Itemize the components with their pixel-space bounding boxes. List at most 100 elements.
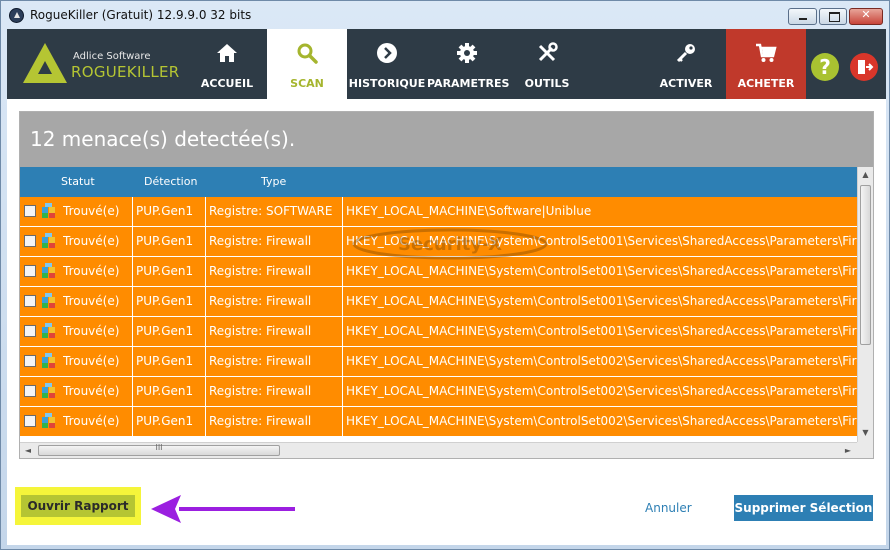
- registry-icon: [42, 203, 55, 218]
- row-checkbox[interactable]: [24, 235, 36, 247]
- tools-icon: [538, 42, 558, 62]
- horizontal-scroll-thumb[interactable]: III: [38, 443, 280, 456]
- table-row[interactable]: Trouvé(e) PUP.Gen1 Registre: Firewall HKEY_…: [20, 377, 857, 407]
- exit-icon: [858, 60, 874, 74]
- main-area: Adlice Software ROGUEKILLER ACCUEIL SCAN…: [7, 29, 886, 545]
- delete-selection-button[interactable]: Supprimer Sélection: [734, 495, 873, 521]
- row-status: Trouvé(e): [63, 234, 120, 248]
- row-path: HKEY_LOCAL_MACHINE\System\ControlSet002\…: [346, 384, 857, 398]
- close-button[interactable]: ✕: [849, 8, 883, 25]
- app-window: RogueKiller (Gratuit) 12.9.9.0 32 bits ✕…: [0, 0, 890, 550]
- svg-text:Security-X: Security-X: [398, 234, 502, 255]
- scroll-grip: III: [155, 443, 163, 452]
- row-checkbox[interactable]: [24, 415, 36, 427]
- exit-button[interactable]: [850, 53, 878, 81]
- registry-icon: [42, 233, 55, 248]
- row-detection: PUP.Gen1: [136, 414, 194, 428]
- row-type: Registre: Firewall: [209, 324, 312, 338]
- row-type: Registre: Firewall: [209, 384, 312, 398]
- vertical-scrollbar[interactable]: ▲ ▼: [857, 167, 873, 442]
- open-report-button[interactable]: Ouvrir Rapport: [21, 495, 135, 517]
- registry-icon: [42, 293, 55, 308]
- search-icon: [297, 43, 318, 64]
- nav-activer[interactable]: ACTIVER: [646, 29, 726, 99]
- open-report-highlight: Ouvrir Rapport: [15, 487, 141, 525]
- nav-accueil[interactable]: ACCUEIL: [187, 29, 267, 99]
- app-logo-icon: [9, 8, 24, 23]
- brand-product: ROGUEKILLER: [71, 63, 180, 81]
- minimize-button[interactable]: [788, 8, 817, 25]
- row-status: Trouvé(e): [63, 264, 120, 278]
- row-detection: PUP.Gen1: [136, 204, 194, 218]
- column-header-status[interactable]: Statut: [61, 175, 95, 188]
- row-detection: PUP.Gen1: [136, 234, 194, 248]
- registry-icon: [42, 323, 55, 338]
- annotation-arrow-icon: [151, 495, 295, 523]
- row-type: Registre: SOFTWARE: [209, 204, 333, 218]
- row-type: Registre: Firewall: [209, 264, 312, 278]
- registry-icon: [42, 383, 55, 398]
- vertical-scroll-thumb[interactable]: [860, 185, 871, 345]
- row-checkbox[interactable]: [24, 265, 36, 277]
- row-path: HKEY_LOCAL_MACHINE\System\ControlSet001\…: [346, 294, 857, 308]
- nav-outils[interactable]: OUTILS: [507, 29, 587, 99]
- window-title: RogueKiller (Gratuit) 12.9.9.0 32 bits: [30, 8, 252, 22]
- home-icon: [217, 44, 237, 62]
- brand-company: Adlice Software: [73, 51, 151, 62]
- brand-logo: Adlice Software ROGUEKILLER: [23, 43, 193, 87]
- row-type: Registre: Firewall: [209, 354, 312, 368]
- results-table: Statut Détection Type Trouvé(e) PUP.Gen1 R…: [20, 167, 857, 442]
- nav-historique[interactable]: HISTORIQUE: [347, 29, 427, 99]
- top-navigation: Adlice Software ROGUEKILLER ACCUEIL SCAN…: [7, 29, 886, 99]
- table-row[interactable]: Trouvé(e) PUP.Gen1 Registre: Firewall HKEY_…: [20, 317, 857, 347]
- table-row[interactable]: Trouvé(e) PUP.Gen1 Registre: Firewall HKEY_…: [20, 407, 857, 437]
- threat-count-banner: 12 menace(s) detectée(s).: [20, 112, 873, 167]
- registry-icon: [42, 263, 55, 278]
- row-status: Trouvé(e): [63, 204, 120, 218]
- row-status: Trouvé(e): [63, 414, 120, 428]
- column-header-type[interactable]: Type: [261, 175, 286, 188]
- row-path: HKEY_LOCAL_MACHINE\Software|Uniblue: [346, 204, 592, 218]
- cart-icon: [756, 43, 777, 62]
- row-path: HKEY_LOCAL_MACHINE\System\ControlSet002\…: [346, 354, 857, 368]
- row-checkbox[interactable]: [24, 205, 36, 217]
- registry-icon: [42, 413, 55, 428]
- scroll-left-icon[interactable]: ◄: [20, 443, 36, 458]
- scroll-up-icon[interactable]: ▲: [858, 167, 873, 183]
- registry-icon: [42, 353, 55, 368]
- table-header: Statut Détection Type: [20, 167, 857, 197]
- row-status: Trouvé(e): [63, 354, 120, 368]
- watermark-logo: Security-X: [352, 228, 548, 260]
- table-row[interactable]: Trouvé(e) PUP.Gen1 Registre: Firewall HKEY_…: [20, 287, 857, 317]
- horizontal-scrollbar[interactable]: ◄ III ►: [20, 442, 857, 458]
- table-row[interactable]: Trouvé(e) PUP.Gen1 Registre: Firewall HKEY_…: [20, 347, 857, 377]
- row-type: Registre: Firewall: [209, 234, 312, 248]
- row-checkbox[interactable]: [24, 295, 36, 307]
- nav-parametres[interactable]: PARAMETRES: [427, 29, 509, 99]
- help-button[interactable]: ?: [811, 53, 839, 81]
- row-status: Trouvé(e): [63, 324, 120, 338]
- scroll-down-icon[interactable]: ▼: [858, 425, 873, 441]
- key-icon: [676, 44, 695, 63]
- row-detection: PUP.Gen1: [136, 264, 194, 278]
- row-checkbox[interactable]: [24, 355, 36, 367]
- results-panel: 12 menace(s) detectée(s). Statut Détecti…: [19, 111, 874, 459]
- scroll-right-icon[interactable]: ►: [840, 443, 856, 458]
- nav-scan[interactable]: SCAN: [267, 29, 347, 99]
- gear-icon: [457, 43, 477, 63]
- threat-count: 12 menace(s) detectée(s).: [30, 127, 296, 151]
- nav-acheter[interactable]: ACHETER: [726, 29, 806, 99]
- row-path: HKEY_LOCAL_MACHINE\System\ControlSet001\…: [346, 324, 857, 338]
- row-path: HKEY_LOCAL_MACHINE\System\ControlSet001\…: [346, 264, 857, 278]
- row-type: Registre: Firewall: [209, 294, 312, 308]
- row-checkbox[interactable]: [24, 385, 36, 397]
- row-path: HKEY_LOCAL_MACHINE\System\ControlSet002\…: [346, 414, 857, 428]
- column-header-detection[interactable]: Détection: [144, 175, 197, 188]
- row-status: Trouvé(e): [63, 294, 120, 308]
- cancel-button[interactable]: Annuler: [645, 501, 692, 515]
- row-status: Trouvé(e): [63, 384, 120, 398]
- row-detection: PUP.Gen1: [136, 324, 194, 338]
- row-detection: PUP.Gen1: [136, 294, 194, 308]
- row-checkbox[interactable]: [24, 325, 36, 337]
- maximize-button[interactable]: [819, 8, 847, 25]
